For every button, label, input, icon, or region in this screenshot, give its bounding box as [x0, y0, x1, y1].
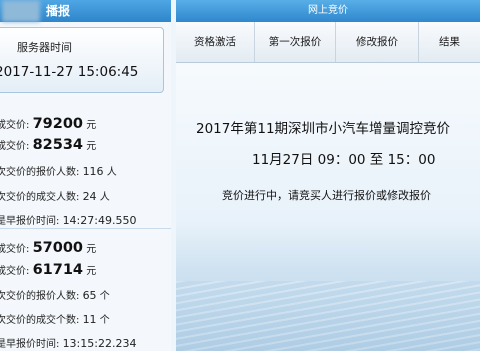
group-divider [0, 228, 171, 229]
deals-value: 24 [82, 190, 97, 203]
bidders-value: 116 [82, 165, 104, 178]
earliest-time-label: 是早报价时间: [0, 216, 60, 227]
server-time-box: 服务器时间 2017-11-27 15:06:45 [0, 27, 164, 93]
min-price-row: 成交价: 79200 元 [0, 116, 96, 132]
broadcast-header: 播报 [0, 0, 171, 22]
auction-period: 11月27日 09：00 至 15：00 [252, 152, 436, 168]
deals-value: 11 [82, 313, 97, 326]
min-price-value: 57000 [32, 240, 84, 256]
broadcast-panel: 播报 服务器时间 2017-11-27 15:06:45 成交价: 79200 … [0, 0, 171, 351]
tab-qualification-activation[interactable]: 资格激活 [176, 22, 255, 62]
min-price-label: 成交价: [0, 244, 30, 255]
sea-background [176, 281, 480, 351]
online-bidding-header: 网上竞价 [176, 0, 480, 22]
earliest-time-value: 13:15:22.234 [62, 337, 137, 350]
bidding-tab-bar: 资格激活 第一次报价 修改报价 结果 [176, 22, 480, 63]
bidders-unit: 个 [99, 291, 110, 302]
avg-price-row: 成交价: 82534 元 [0, 137, 96, 153]
avg-price-label: 成交价: [0, 141, 30, 152]
auction-title: 2017年第11期深圳市小汽车增量调控竞价 [196, 121, 451, 137]
avg-price-label: 成交价: [0, 266, 30, 277]
deals-row: 次交价的成交人数: 24 人 [0, 188, 110, 203]
earliest-time-label: 是早报价时间: [0, 339, 60, 350]
avg-price-value: 82534 [32, 137, 84, 153]
deals-unit: 个 [99, 315, 110, 326]
bidders-value: 65 [82, 289, 97, 302]
min-price-row: 成交价: 57000 元 [0, 240, 96, 256]
online-bidding-panel: 网上竞价 资格激活 第一次报价 修改报价 结果 2017年第11期深圳市小汽车增… [176, 0, 480, 351]
bidders-row: 次交价的报价人数: 65 个 [0, 287, 110, 302]
earliest-time-row: 是早报价时间: 13:15:22.234 [0, 335, 136, 350]
min-price-unit: 元 [86, 120, 97, 131]
tab-result[interactable]: 结果 [419, 22, 480, 62]
blurred-logo [2, 0, 40, 22]
broadcast-title: 播报 [46, 4, 71, 18]
deals-unit: 人 [99, 192, 110, 203]
bidders-label: 次交价的报价人数: [0, 291, 80, 302]
min-price-unit: 元 [86, 244, 97, 255]
bidders-label: 次交价的报价人数: [0, 167, 80, 178]
tab-modify-bid[interactable]: 修改报价 [336, 22, 419, 62]
bidding-content: 2017年第11期深圳市小汽车增量调控竞价 11月27日 09：00 至 15：… [176, 63, 480, 351]
tab-first-bid[interactable]: 第一次报价 [255, 22, 336, 62]
avg-price-row: 成交价: 61714 元 [0, 262, 96, 278]
server-time-label: 服务器时间 [17, 41, 72, 54]
min-price-value: 79200 [32, 116, 84, 132]
auction-status: 竞价进行中，请竞买人进行报价或修改报价 [222, 189, 431, 202]
avg-price-unit: 元 [86, 141, 97, 152]
min-price-label: 成交价: [0, 120, 30, 131]
deals-row: 次交价的成交个数: 11 个 [0, 311, 110, 326]
server-time-value: 2017-11-27 15:06:45 [0, 64, 139, 80]
earliest-time-value: 14:27:49.550 [62, 214, 137, 227]
bidders-row: 次交价的报价人数: 116 人 [0, 163, 117, 178]
bidders-unit: 人 [106, 167, 117, 178]
earliest-time-row: 是早报价时间: 14:27:49.550 [0, 212, 136, 227]
avg-price-unit: 元 [86, 266, 97, 277]
deals-label: 次交价的成交人数: [0, 192, 80, 203]
avg-price-value: 61714 [32, 262, 84, 278]
deals-label: 次交价的成交个数: [0, 315, 80, 326]
